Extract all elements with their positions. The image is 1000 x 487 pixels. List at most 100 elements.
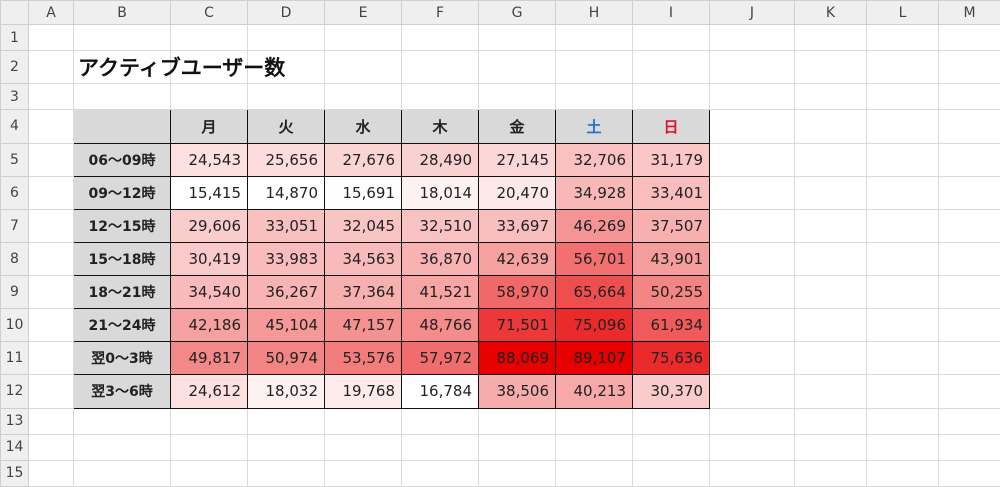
- time-slot-label[interactable]: 09～12時: [73, 175, 171, 210]
- cell[interactable]: [938, 374, 1000, 409]
- column-header[interactable]: J: [709, 0, 795, 26]
- row-header[interactable]: 9: [0, 275, 29, 310]
- column-header[interactable]: F: [401, 0, 479, 26]
- user-count-cell[interactable]: 65,664: [555, 275, 633, 310]
- user-count-cell[interactable]: 27,676: [324, 142, 402, 177]
- cell[interactable]: [324, 459, 402, 487]
- cell[interactable]: [866, 374, 939, 409]
- cell[interactable]: [866, 275, 939, 310]
- column-header[interactable]: L: [866, 0, 939, 26]
- cell[interactable]: [478, 83, 556, 111]
- cell[interactable]: [709, 83, 795, 111]
- user-count-cell[interactable]: 14,870: [247, 175, 325, 210]
- cell[interactable]: [555, 50, 633, 85]
- user-count-cell[interactable]: 47,157: [324, 308, 402, 343]
- user-count-cell[interactable]: 40,213: [555, 374, 633, 409]
- cell[interactable]: [866, 50, 939, 85]
- user-count-cell[interactable]: 34,563: [324, 241, 402, 277]
- cell[interactable]: [73, 24, 171, 52]
- cell[interactable]: [401, 433, 479, 461]
- user-count-cell[interactable]: 32,510: [401, 208, 479, 243]
- user-count-cell[interactable]: 30,419: [170, 241, 248, 277]
- day-header[interactable]: 月: [170, 109, 248, 144]
- cell[interactable]: [709, 275, 795, 310]
- cell[interactable]: [478, 433, 556, 461]
- column-header[interactable]: H: [555, 0, 633, 26]
- cell[interactable]: [28, 407, 74, 435]
- cell[interactable]: [632, 407, 710, 435]
- cell[interactable]: [401, 83, 479, 111]
- cell[interactable]: [938, 407, 1000, 435]
- cell[interactable]: [632, 433, 710, 461]
- cell[interactable]: [632, 83, 710, 111]
- user-count-cell[interactable]: 71,501: [478, 308, 556, 343]
- column-header[interactable]: D: [247, 0, 325, 26]
- user-count-cell[interactable]: 28,490: [401, 142, 479, 177]
- user-count-cell[interactable]: 15,415: [170, 175, 248, 210]
- cell[interactable]: [28, 241, 74, 277]
- user-count-cell[interactable]: 31,179: [632, 142, 710, 177]
- column-header[interactable]: B: [73, 0, 171, 26]
- cell[interactable]: [709, 208, 795, 243]
- cell[interactable]: [28, 374, 74, 409]
- user-count-cell[interactable]: 42,186: [170, 308, 248, 343]
- user-count-cell[interactable]: 45,104: [247, 308, 325, 343]
- user-count-cell[interactable]: 46,269: [555, 208, 633, 243]
- cell[interactable]: [709, 407, 795, 435]
- user-count-cell[interactable]: 29,606: [170, 208, 248, 243]
- cell[interactable]: [709, 374, 795, 409]
- column-header[interactable]: A: [28, 0, 74, 26]
- row-header[interactable]: 6: [0, 175, 29, 210]
- cell[interactable]: [866, 341, 939, 376]
- row-header[interactable]: 7: [0, 208, 29, 243]
- cell[interactable]: [794, 459, 867, 487]
- cell[interactable]: [28, 50, 74, 85]
- cell[interactable]: [632, 24, 710, 52]
- cell[interactable]: [794, 208, 867, 243]
- cell[interactable]: [938, 142, 1000, 177]
- row-header[interactable]: 1: [0, 24, 29, 52]
- cell[interactable]: [170, 407, 248, 435]
- cell[interactable]: [794, 83, 867, 111]
- user-count-cell[interactable]: 36,267: [247, 275, 325, 310]
- user-count-cell[interactable]: 33,983: [247, 241, 325, 277]
- cell[interactable]: [709, 175, 795, 210]
- cell[interactable]: [938, 109, 1000, 144]
- row-header[interactable]: 2: [0, 50, 29, 85]
- cell[interactable]: [938, 208, 1000, 243]
- cell[interactable]: [478, 24, 556, 52]
- user-count-cell[interactable]: 37,364: [324, 275, 402, 310]
- user-count-cell[interactable]: 15,691: [324, 175, 402, 210]
- cell[interactable]: [170, 83, 248, 111]
- cell[interactable]: [794, 142, 867, 177]
- cell[interactable]: [794, 275, 867, 310]
- user-count-cell[interactable]: 27,145: [478, 142, 556, 177]
- user-count-cell[interactable]: 32,045: [324, 208, 402, 243]
- user-count-cell[interactable]: 37,507: [632, 208, 710, 243]
- cell[interactable]: [324, 50, 402, 85]
- sheet-title[interactable]: アクティブユーザー数: [73, 50, 285, 85]
- cell[interactable]: [28, 208, 74, 243]
- cell[interactable]: [28, 433, 74, 461]
- column-header[interactable]: K: [794, 0, 867, 26]
- time-slot-label[interactable]: 12～15時: [73, 208, 171, 243]
- cell[interactable]: [632, 459, 710, 487]
- user-count-cell[interactable]: 43,901: [632, 241, 710, 277]
- cell[interactable]: [866, 109, 939, 144]
- cell[interactable]: [28, 341, 74, 376]
- cell[interactable]: [247, 407, 325, 435]
- user-count-cell[interactable]: 50,974: [247, 341, 325, 376]
- cell[interactable]: [170, 24, 248, 52]
- cell[interactable]: [324, 83, 402, 111]
- cell[interactable]: [28, 275, 74, 310]
- column-header[interactable]: C: [170, 0, 248, 26]
- cell[interactable]: [709, 308, 795, 343]
- user-count-cell[interactable]: 19,768: [324, 374, 402, 409]
- cell[interactable]: [73, 459, 171, 487]
- cell[interactable]: [28, 109, 74, 144]
- cell[interactable]: [555, 83, 633, 111]
- cell[interactable]: [28, 308, 74, 343]
- cell[interactable]: [247, 83, 325, 111]
- cell[interactable]: [794, 24, 867, 52]
- cell[interactable]: [866, 459, 939, 487]
